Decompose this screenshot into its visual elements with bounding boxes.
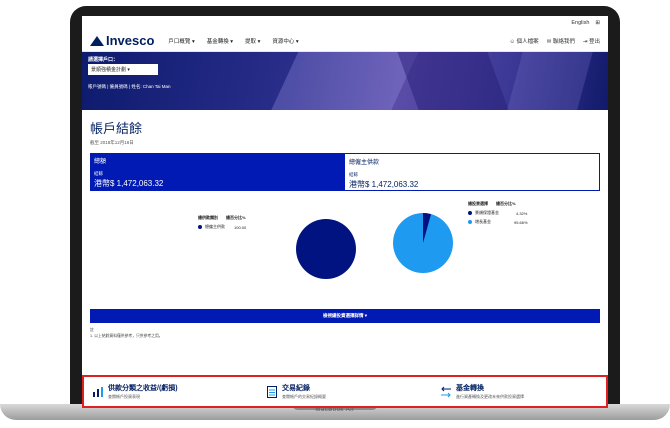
- nav-item-withdraw[interactable]: 提取 ▾: [245, 37, 260, 45]
- total-balance: 港幣$ 1,472,063.32: [94, 179, 164, 188]
- view-allocation-button[interactable]: 檢視總投資選擇詳情 ▾: [90, 309, 600, 323]
- as-of-date: 截至 2018年12月18日: [90, 140, 134, 145]
- quick-link-returns[interactable]: 供款分類之收益/(虧損) 查閱帳戶投資表現: [84, 383, 258, 400]
- page-title: 帳戶結餘: [90, 121, 143, 136]
- account-select-label: 請選擇戶口：: [88, 57, 119, 63]
- profile-link[interactable]: ☺ 個人檔案: [510, 37, 539, 45]
- investment-legend: 總投資選擇 總百分比% 景順保證基金 4.32% 增長基金 95.66%: [468, 201, 528, 225]
- hero-banner: 請選擇戶口： 景順強積金計劃 ▾ 帳戶號碼 | 僱員號碼 | 姓名: Chan …: [82, 52, 608, 110]
- logout-icon: ⇥: [582, 38, 588, 45]
- chevron-down-icon: ▾: [127, 67, 130, 73]
- legend-item: 增長基金 95.66%: [468, 219, 528, 225]
- total-panel: 總額 結餘 港幣$ 1,472,063.32: [90, 153, 344, 191]
- legend-item: 景順保證基金 4.32%: [468, 210, 528, 216]
- legend-item: 總僱主供款 100.00: [198, 224, 246, 230]
- logo-text: Invesco: [106, 33, 155, 48]
- document-icon: [267, 385, 277, 398]
- language-link[interactable]: English: [571, 20, 589, 26]
- notes: 註 1. 以上結餘資料僅供參考，只供參考之用。: [90, 328, 163, 338]
- main-content: 帳戶結餘 截至 2018年12月18日 總額 結餘 港幣$ 1,472,063.…: [82, 110, 608, 339]
- account-select[interactable]: 景順強積金計劃 ▾: [88, 64, 158, 75]
- nav-item-fund-switch[interactable]: 基金轉換 ▾: [207, 37, 233, 45]
- nav-right: ☺ 個人檔案 ✉ 聯絡我們 ⇥ 登出: [510, 37, 600, 45]
- grid-icon[interactable]: ⊞: [595, 20, 600, 26]
- logo-mark-icon: [90, 35, 104, 46]
- screen: English ⊞ Invesco 戶口概覽 ▾ 基金轉換 ▾ 提取 ▾ 資源中…: [82, 16, 608, 408]
- employer-panel: 總僱主供款 結餘 港幣$ 1,472,063.32: [344, 153, 600, 191]
- employer-balance: 港幣$ 1,472,063.32: [349, 180, 419, 189]
- charts-area: 總供款類別 總百分比% 總僱主供款 100.00 總投資選擇 總百分比% 景順保證基金…: [90, 191, 600, 309]
- nav-menu: 戶口概覽 ▾ 基金轉換 ▾ 提取 ▾ 資源中心 ▾: [168, 37, 298, 45]
- account-meta: 帳戶號碼 | 僱員號碼 | 姓名: Chan Tai Man: [88, 84, 171, 89]
- quick-links: 供款分類之收益/(虧損) 查閱帳戶投資表現 交易紀錄 查閱帳戶的交易紀錄概要 基金轉…: [82, 375, 608, 408]
- nav-item-resources[interactable]: 資源中心 ▾: [272, 37, 298, 45]
- utility-bar: English ⊞: [82, 16, 608, 30]
- mail-icon: ✉: [546, 38, 552, 45]
- quick-link-fund-switch[interactable]: 基金轉換 進行資產轉換及更改未來供款投資選擇: [432, 383, 606, 400]
- quick-link-transactions[interactable]: 交易紀錄 查閱帳戶的交易紀錄概要: [258, 383, 432, 400]
- summary-panels: 總額 結餘 港幣$ 1,472,063.32 總僱主供款 結餘 港幣$ 1,47…: [90, 153, 600, 191]
- user-icon: ☺: [509, 38, 516, 45]
- contact-link[interactable]: ✉ 聯絡我們: [547, 37, 575, 45]
- switch-arrows-icon: [441, 386, 451, 397]
- contribution-pie-chart: [296, 219, 356, 279]
- main-nav: Invesco 戶口概覽 ▾ 基金轉換 ▾ 提取 ▾ 資源中心 ▾ ☺ 個人檔案…: [82, 30, 608, 52]
- bar-chart-icon: [93, 386, 103, 397]
- nav-item-overview[interactable]: 戶口概覽 ▾: [168, 37, 194, 45]
- stage: MacBook Air English ⊞ Invesco 戶口概覽 ▾ 基金轉…: [0, 0, 670, 428]
- logout-link[interactable]: ⇥ 登出: [583, 37, 600, 45]
- logo[interactable]: Invesco: [90, 33, 154, 48]
- investment-pie-chart: [393, 213, 453, 273]
- contribution-legend: 總供款類別 總百分比% 總僱主供款 100.00: [198, 215, 247, 230]
